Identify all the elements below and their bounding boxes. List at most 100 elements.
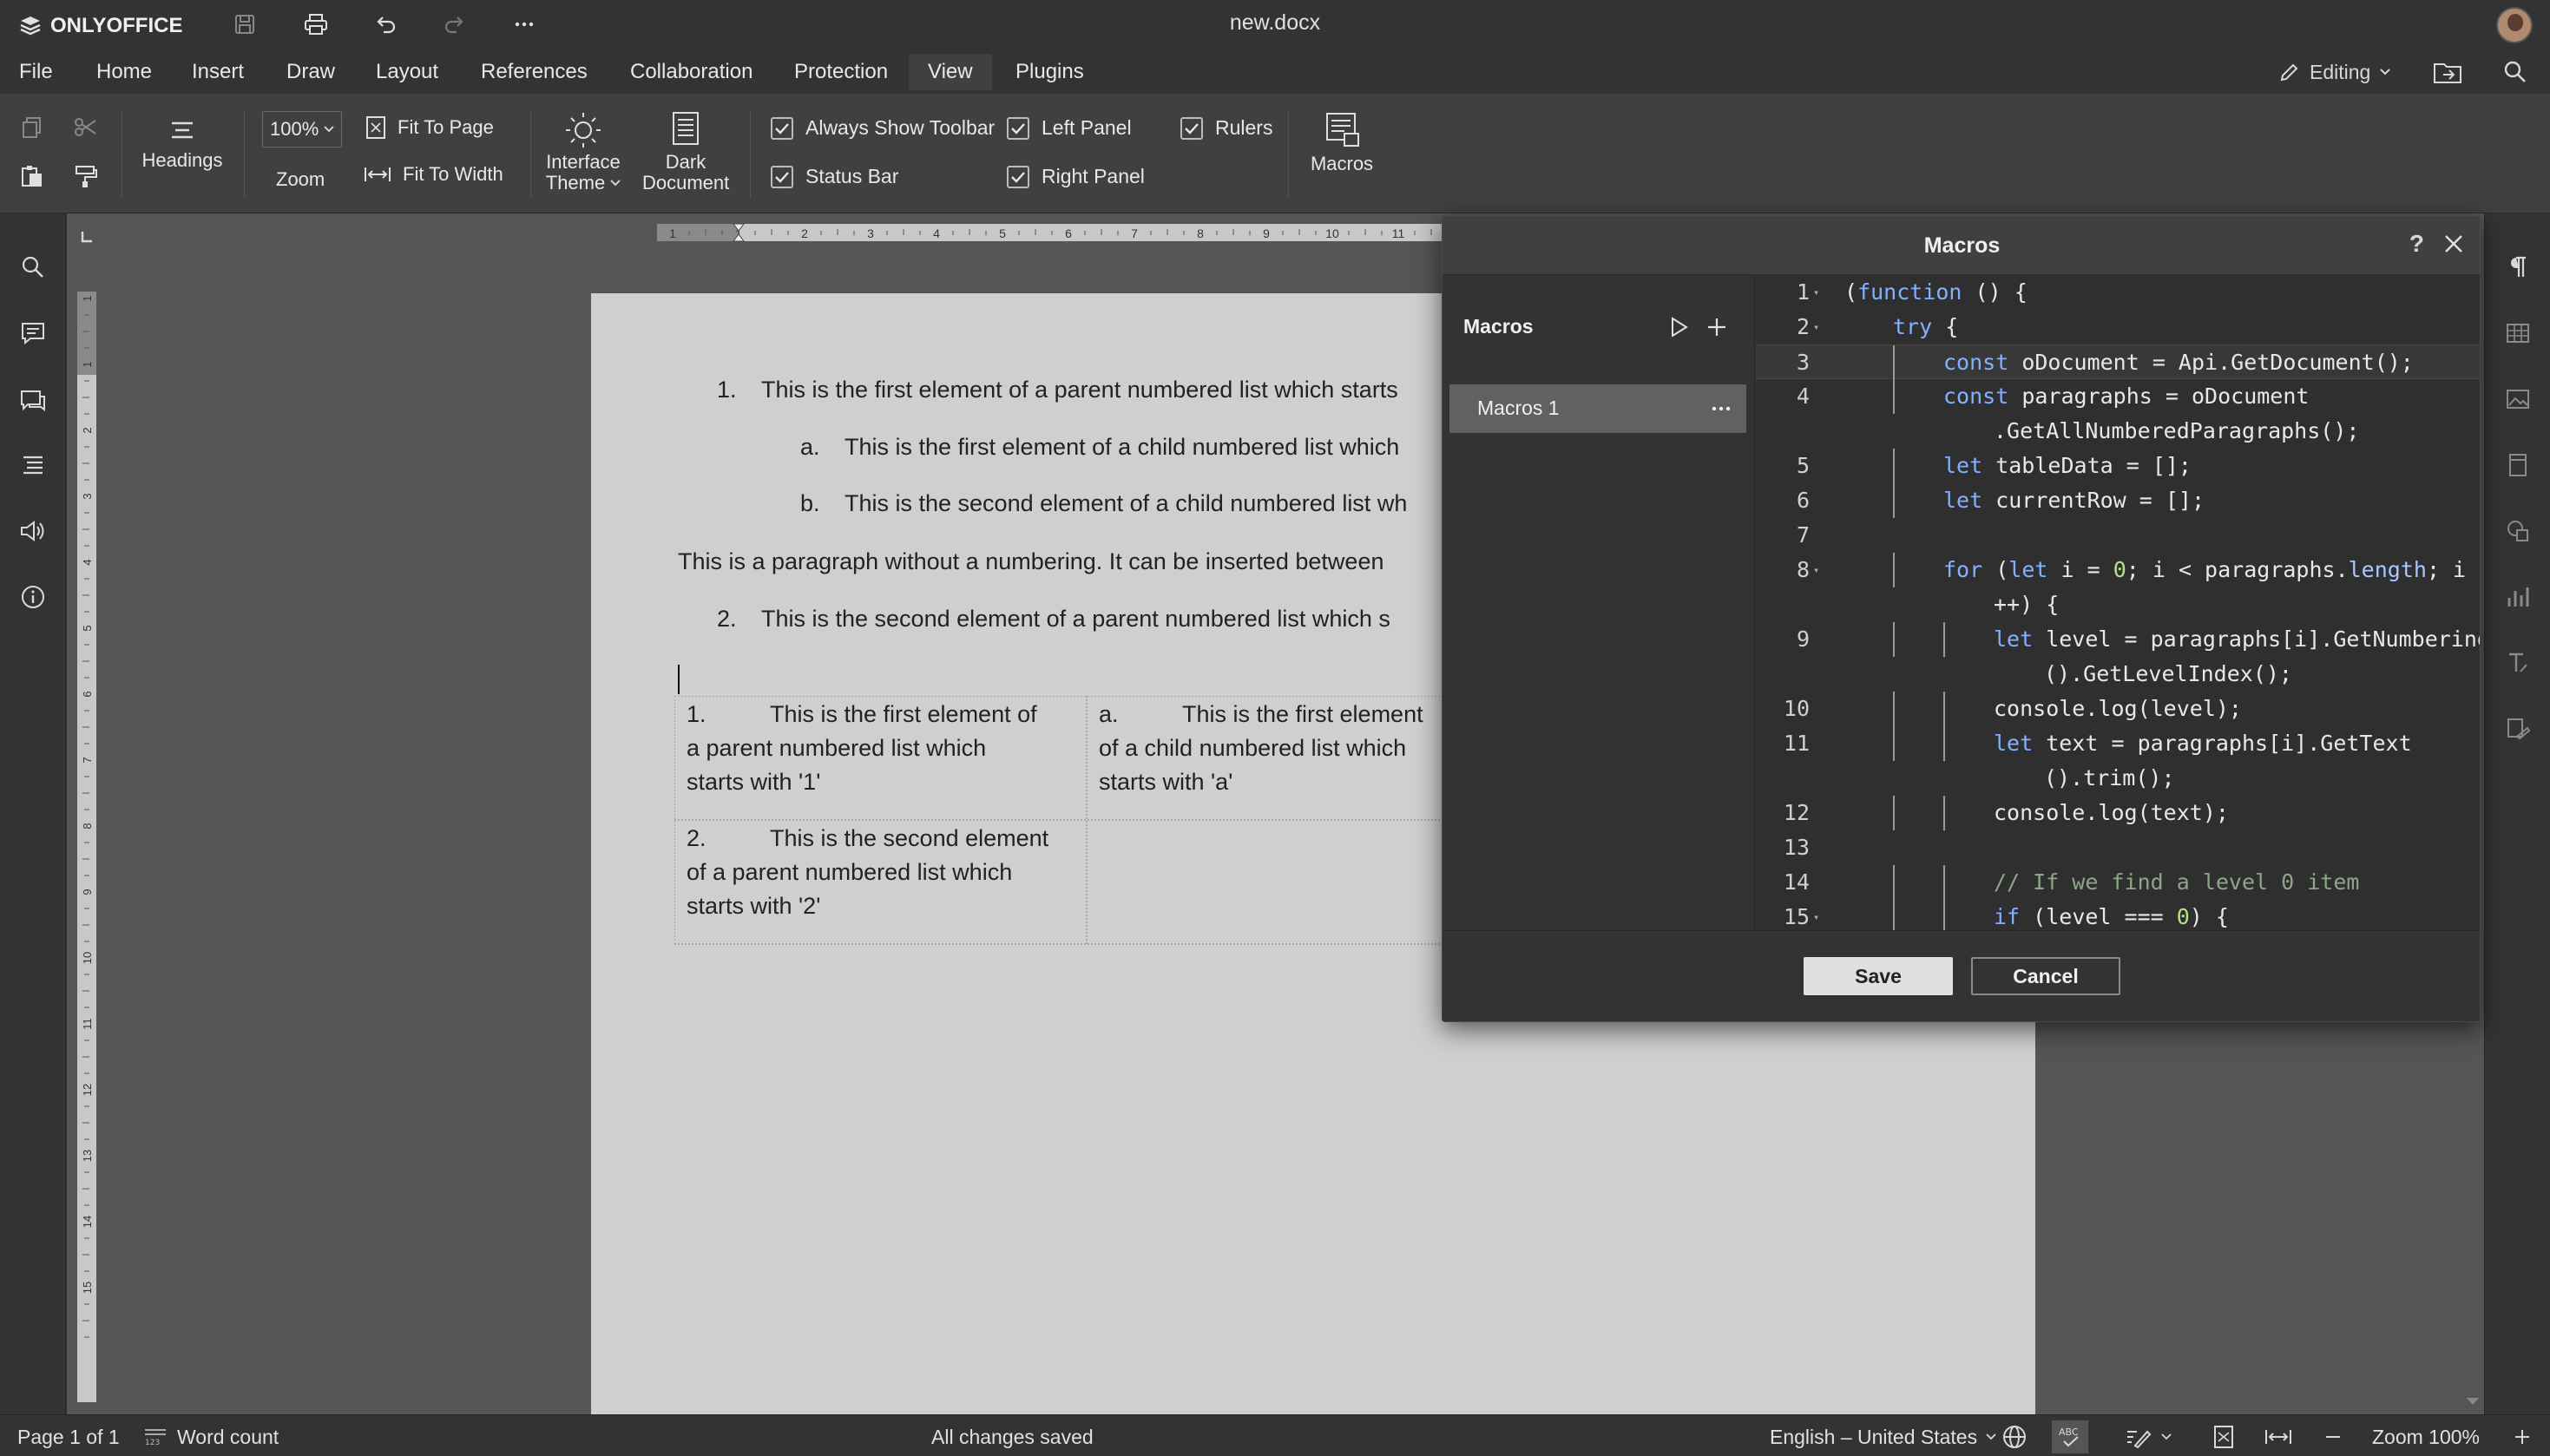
undo-icon[interactable]	[368, 7, 403, 42]
macro-code-editor[interactable]: 1 ▾ (function () { 2 ▾ try { 3 const oDo…	[1756, 275, 2480, 930]
cancel-button[interactable]: Cancel	[1971, 957, 2120, 995]
page-indicator[interactable]: Page 1 of 1	[17, 1424, 120, 1450]
fold-arrow-icon[interactable]: ▾	[1813, 322, 1822, 332]
tab-plugins[interactable]: Plugins	[996, 54, 1103, 90]
sun-icon	[566, 113, 601, 148]
tab-references[interactable]: References	[462, 54, 607, 90]
onlyoffice-logo-icon	[20, 16, 41, 36]
redo-icon[interactable]	[437, 7, 472, 42]
interface-theme-button[interactable]: Interface Theme	[540, 109, 627, 193]
comments-icon[interactable]	[14, 314, 52, 352]
toolbar-divider	[1288, 111, 1289, 198]
more-icon[interactable]	[1708, 397, 1734, 421]
navigation-icon[interactable]	[14, 446, 52, 484]
info-icon[interactable]	[14, 578, 52, 616]
tab-file[interactable]: File	[0, 54, 72, 90]
list-number: 2.	[717, 606, 737, 632]
dark-document-label-line1: Dark	[665, 151, 707, 173]
status-bar-checkbox[interactable]: Status Bar	[771, 165, 898, 188]
always-show-toolbar-checkbox[interactable]: Always Show Toolbar	[771, 116, 995, 140]
list-number: b.	[800, 490, 820, 516]
spell-check-icon[interactable]: ABC	[2052, 1420, 2088, 1453]
list-item-text: This is the first element of a child num…	[845, 434, 1400, 460]
chevron-down-icon	[2161, 1433, 2172, 1440]
speaker-icon[interactable]	[14, 512, 52, 550]
tab-view[interactable]: View	[909, 54, 992, 90]
user-avatar[interactable]	[2496, 7, 2533, 43]
ruler-tick-label: 8	[81, 823, 94, 829]
language-select[interactable]: English – United States	[1770, 1424, 1996, 1450]
zoom-select[interactable]: 100%	[262, 111, 342, 148]
macros-button[interactable]: Macros	[1304, 111, 1380, 174]
globe-icon[interactable]	[2001, 1424, 2028, 1450]
paste-icon[interactable]	[19, 163, 45, 194]
headings-button[interactable]: Headings	[139, 116, 226, 171]
save-icon[interactable]	[227, 7, 262, 42]
tab-collaboration[interactable]: Collaboration	[611, 54, 772, 90]
fit-to-page-icon[interactable]	[2212, 1424, 2236, 1450]
code-line: 4 const paragraphs = oDocument	[1756, 379, 2480, 414]
header-footer-settings-icon[interactable]	[2499, 446, 2537, 484]
right-panel-checkbox[interactable]: Right Panel	[1007, 165, 1145, 188]
macros-icon	[1326, 113, 1359, 147]
run-macro-icon[interactable]	[1665, 313, 1692, 341]
open-file-location-icon[interactable]	[2428, 53, 2467, 91]
code-text: if (level === 0) {	[1994, 904, 2229, 929]
table-cell-text: a parent numbered list which	[687, 735, 987, 761]
indent-guide	[1893, 900, 1895, 930]
checkbox-checked-icon	[771, 116, 793, 140]
close-icon[interactable]	[2438, 228, 2469, 259]
dialog-header[interactable]: Macros ?	[1443, 216, 2480, 275]
fit-to-page-button[interactable]: Fit To Page	[365, 115, 494, 141]
image-settings-icon[interactable]	[2499, 380, 2537, 418]
zoom-out-icon[interactable]	[2323, 1424, 2343, 1450]
left-panel-checkbox[interactable]: Left Panel	[1007, 116, 1132, 140]
format-painter-icon[interactable]	[73, 163, 99, 194]
tab-draw[interactable]: Draw	[267, 54, 354, 90]
shape-settings-icon[interactable]	[2499, 512, 2537, 550]
fit-to-width-icon[interactable]	[2264, 1424, 2293, 1450]
indent-guide	[1893, 865, 1895, 900]
copy-icon[interactable]	[19, 115, 45, 146]
save-button[interactable]: Save	[1804, 957, 1953, 995]
chart-settings-icon[interactable]	[2499, 578, 2537, 616]
text-art-settings-icon[interactable]	[2499, 644, 2537, 682]
zoom-in-icon[interactable]	[2512, 1424, 2533, 1450]
fold-arrow-icon[interactable]: ▾	[1813, 565, 1822, 575]
paragraph-settings-icon[interactable]	[2499, 248, 2537, 286]
word-count-button[interactable]: 123 Word count	[142, 1424, 279, 1450]
search-icon[interactable]	[2496, 53, 2534, 91]
more-icon[interactable]	[507, 7, 542, 42]
tab-layout[interactable]: Layout	[357, 54, 457, 90]
fit-to-width-button[interactable]: Fit To Width	[363, 163, 503, 186]
macro-list-item[interactable]: Macros 1	[1449, 384, 1746, 433]
search-icon[interactable]	[14, 248, 52, 286]
table-cell-number: 1.	[687, 701, 707, 727]
indent-guide	[1893, 483, 1895, 518]
chat-icon[interactable]	[14, 382, 52, 420]
ruler-tick-label: 4	[933, 226, 940, 240]
table-settings-icon[interactable]	[2499, 314, 2537, 352]
fold-arrow-icon[interactable]: ▾	[1813, 287, 1822, 298]
editing-mode-dropdown[interactable]: Editing	[2278, 54, 2391, 90]
macros-list-title: Macros	[1463, 315, 1534, 338]
rulers-checkbox[interactable]: Rulers	[1180, 116, 1272, 140]
signature-settings-icon[interactable]	[2499, 710, 2537, 748]
tab-stop-selector-icon[interactable]	[79, 229, 95, 245]
print-icon[interactable]	[299, 7, 333, 42]
tab-home[interactable]: Home	[77, 54, 171, 90]
app-logo-text: ONLYOFFICE	[50, 14, 183, 37]
add-macro-icon[interactable]	[1703, 313, 1731, 341]
ruler-tick-label: 9	[81, 889, 94, 895]
track-changes-icon	[2127, 1430, 2152, 1449]
track-changes-button[interactable]	[2125, 1424, 2172, 1450]
ruler-tick-label: 2	[801, 226, 808, 240]
cut-icon[interactable]	[73, 115, 99, 146]
tab-insert[interactable]: Insert	[173, 54, 263, 90]
help-icon[interactable]: ?	[2409, 230, 2424, 258]
fold-arrow-icon[interactable]: ▾	[1813, 912, 1822, 922]
vertical-ruler[interactable]: 1 1 2 3 4 5 6 7 8 9 10 11 12 13 14 15	[77, 292, 96, 1402]
dark-document-button[interactable]: Dark Document	[642, 109, 729, 193]
scroll-down-icon[interactable]	[2463, 1394, 2482, 1409]
tab-protection[interactable]: Protection	[775, 54, 907, 90]
